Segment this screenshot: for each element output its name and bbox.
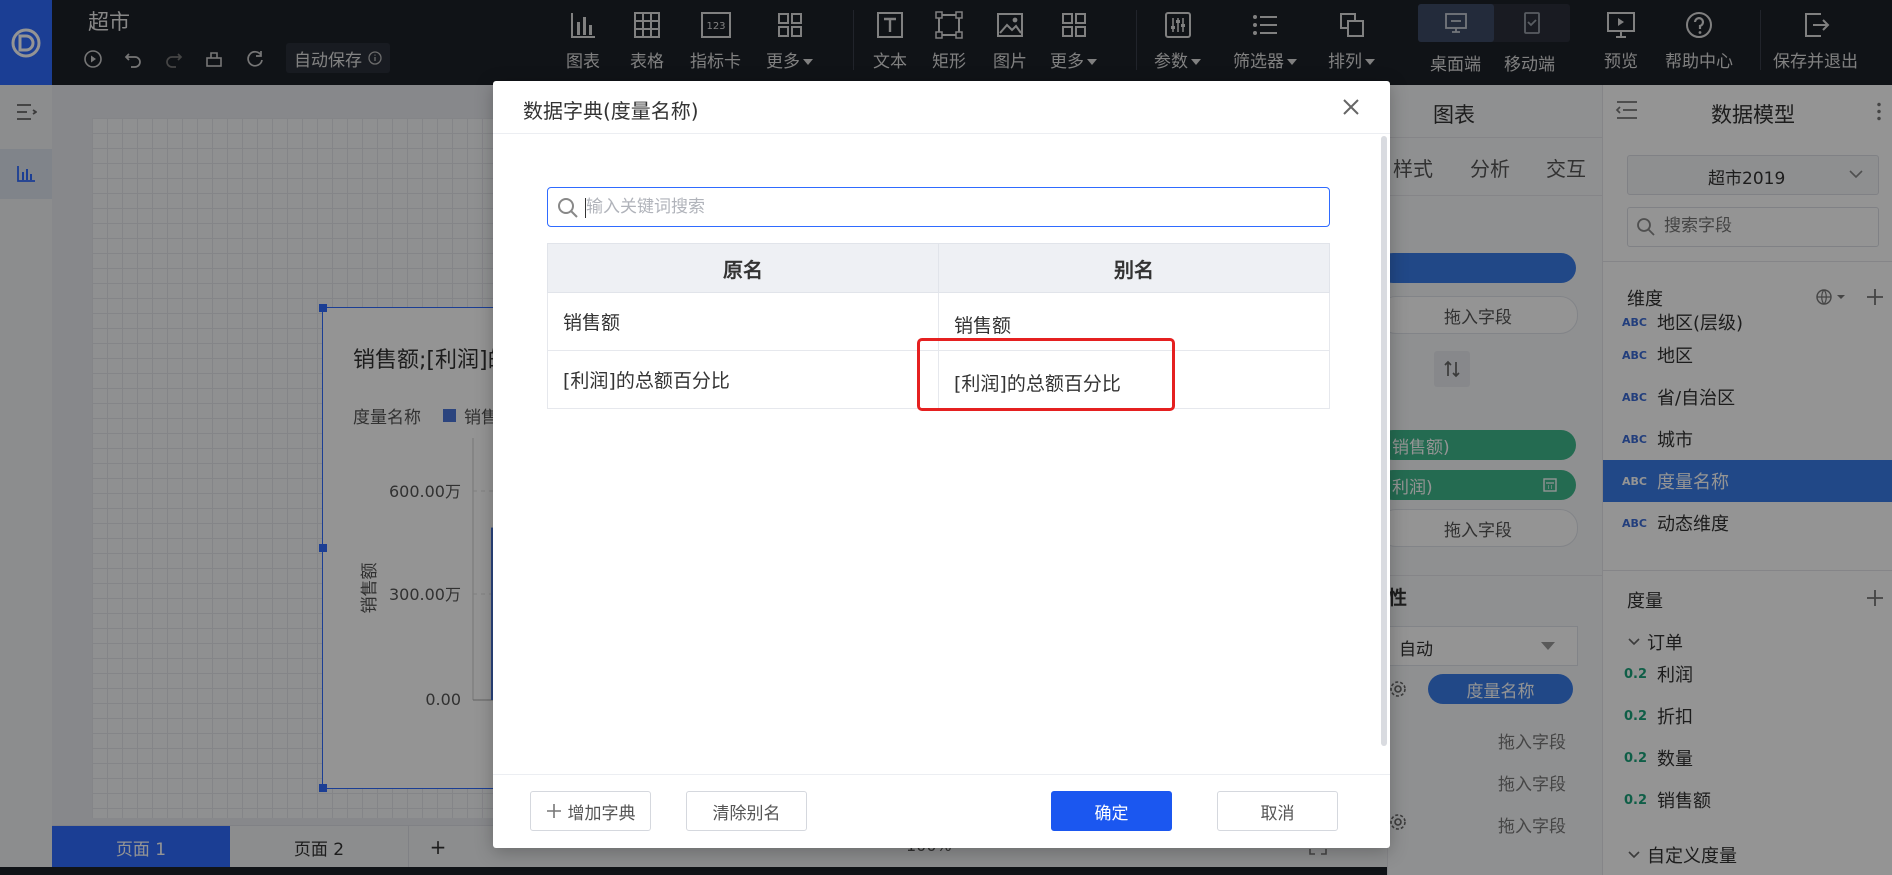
original-name-cell: [利润]的总额百分比 [547,350,939,409]
add-dictionary-button[interactable]: 增加字典 [530,791,651,831]
dialog-header: 数据字典(度量名称) [493,81,1390,134]
highlight-box [917,338,1175,411]
keyword-search[interactable] [547,187,1330,227]
dialog-title: 数据字典(度量名称) [523,99,699,123]
original-name-cell: 销售额 [547,292,939,351]
dialog-footer: 增加字典 清除别名 确定 取消 [493,774,1390,849]
column-header-original: 原名 [547,243,939,293]
confirm-button[interactable]: 确定 [1051,791,1172,831]
cancel-button[interactable]: 取消 [1217,791,1338,831]
close-icon[interactable] [1339,95,1363,119]
clear-alias-button[interactable]: 清除别名 [686,791,807,831]
search-icon [558,198,578,218]
table-header-row: 原名 别名 [547,243,1330,293]
plus-icon [546,804,561,818]
data-dictionary-dialog: 数据字典(度量名称) 原名 别名 销售额 销售额 [利润]的总额百分比 [利润]… [493,81,1390,848]
keyword-search-input[interactable] [586,188,1316,226]
dialog-scrollbar[interactable] [1381,136,1387,746]
column-header-alias: 别名 [938,243,1330,293]
